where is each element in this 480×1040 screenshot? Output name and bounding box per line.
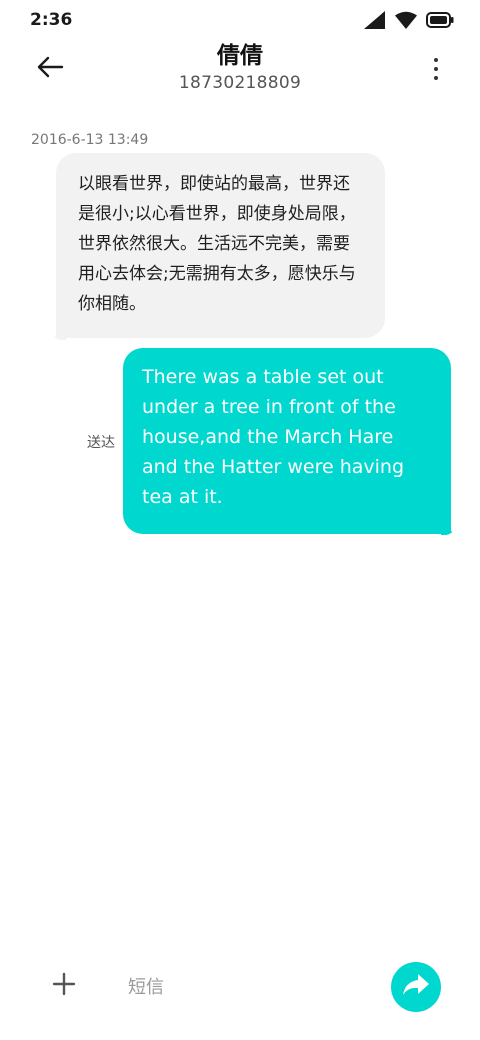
contact-name: 倩倩 [217, 43, 263, 69]
message-thread-screen: 2:36 倩倩 18730218809 2016-6-13 13:49 以眼看世… [0, 0, 480, 1040]
more-vertical-icon [434, 58, 438, 62]
battery-icon [426, 12, 454, 28]
conversation-header: 倩倩 18730218809 [0, 40, 480, 104]
incoming-message-bubble[interactable]: 以眼看世界，即使站的最高，世界还是很小;以心看世界，即使身处局限，世界依然很大。… [56, 153, 385, 338]
status-time: 2:36 [30, 10, 73, 30]
more-vertical-icon [434, 76, 438, 80]
wifi-icon [395, 11, 417, 29]
delivery-status: 送达 [87, 435, 115, 451]
message-composer [0, 960, 480, 1016]
status-icons [364, 11, 454, 29]
message-timestamp: 2016-6-13 13:49 [31, 132, 149, 148]
back-button[interactable] [30, 52, 70, 86]
send-button[interactable] [391, 962, 441, 1012]
add-attachment-button[interactable] [44, 966, 84, 1006]
outgoing-message-bubble[interactable]: There was a table set out under a tree i… [123, 348, 451, 534]
message-input[interactable] [128, 970, 368, 1004]
more-options-button[interactable] [428, 54, 444, 84]
contact-number: 18730218809 [178, 73, 302, 93]
contact-title[interactable]: 倩倩 18730218809 [100, 40, 380, 94]
status-bar: 2:36 [0, 0, 480, 40]
signal-icon [364, 11, 386, 29]
send-arrow-icon [402, 973, 430, 1001]
back-arrow-icon [36, 56, 64, 82]
plus-icon [52, 972, 76, 1000]
more-vertical-icon [434, 67, 438, 71]
